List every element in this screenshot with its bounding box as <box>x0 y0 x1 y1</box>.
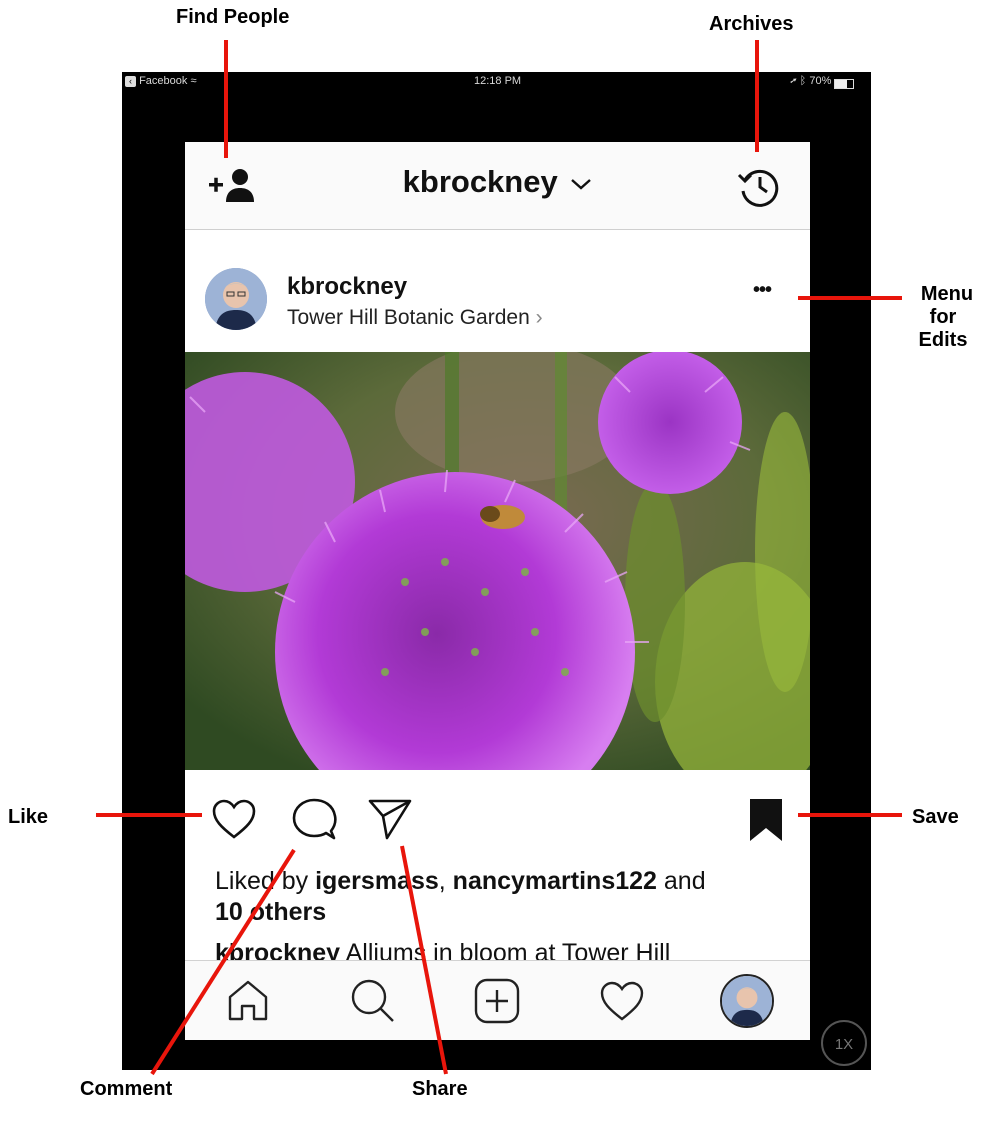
callout-line-share <box>400 845 448 1075</box>
callout-diagonal-lines <box>150 845 448 1076</box>
callout-line-comment <box>150 848 296 1076</box>
